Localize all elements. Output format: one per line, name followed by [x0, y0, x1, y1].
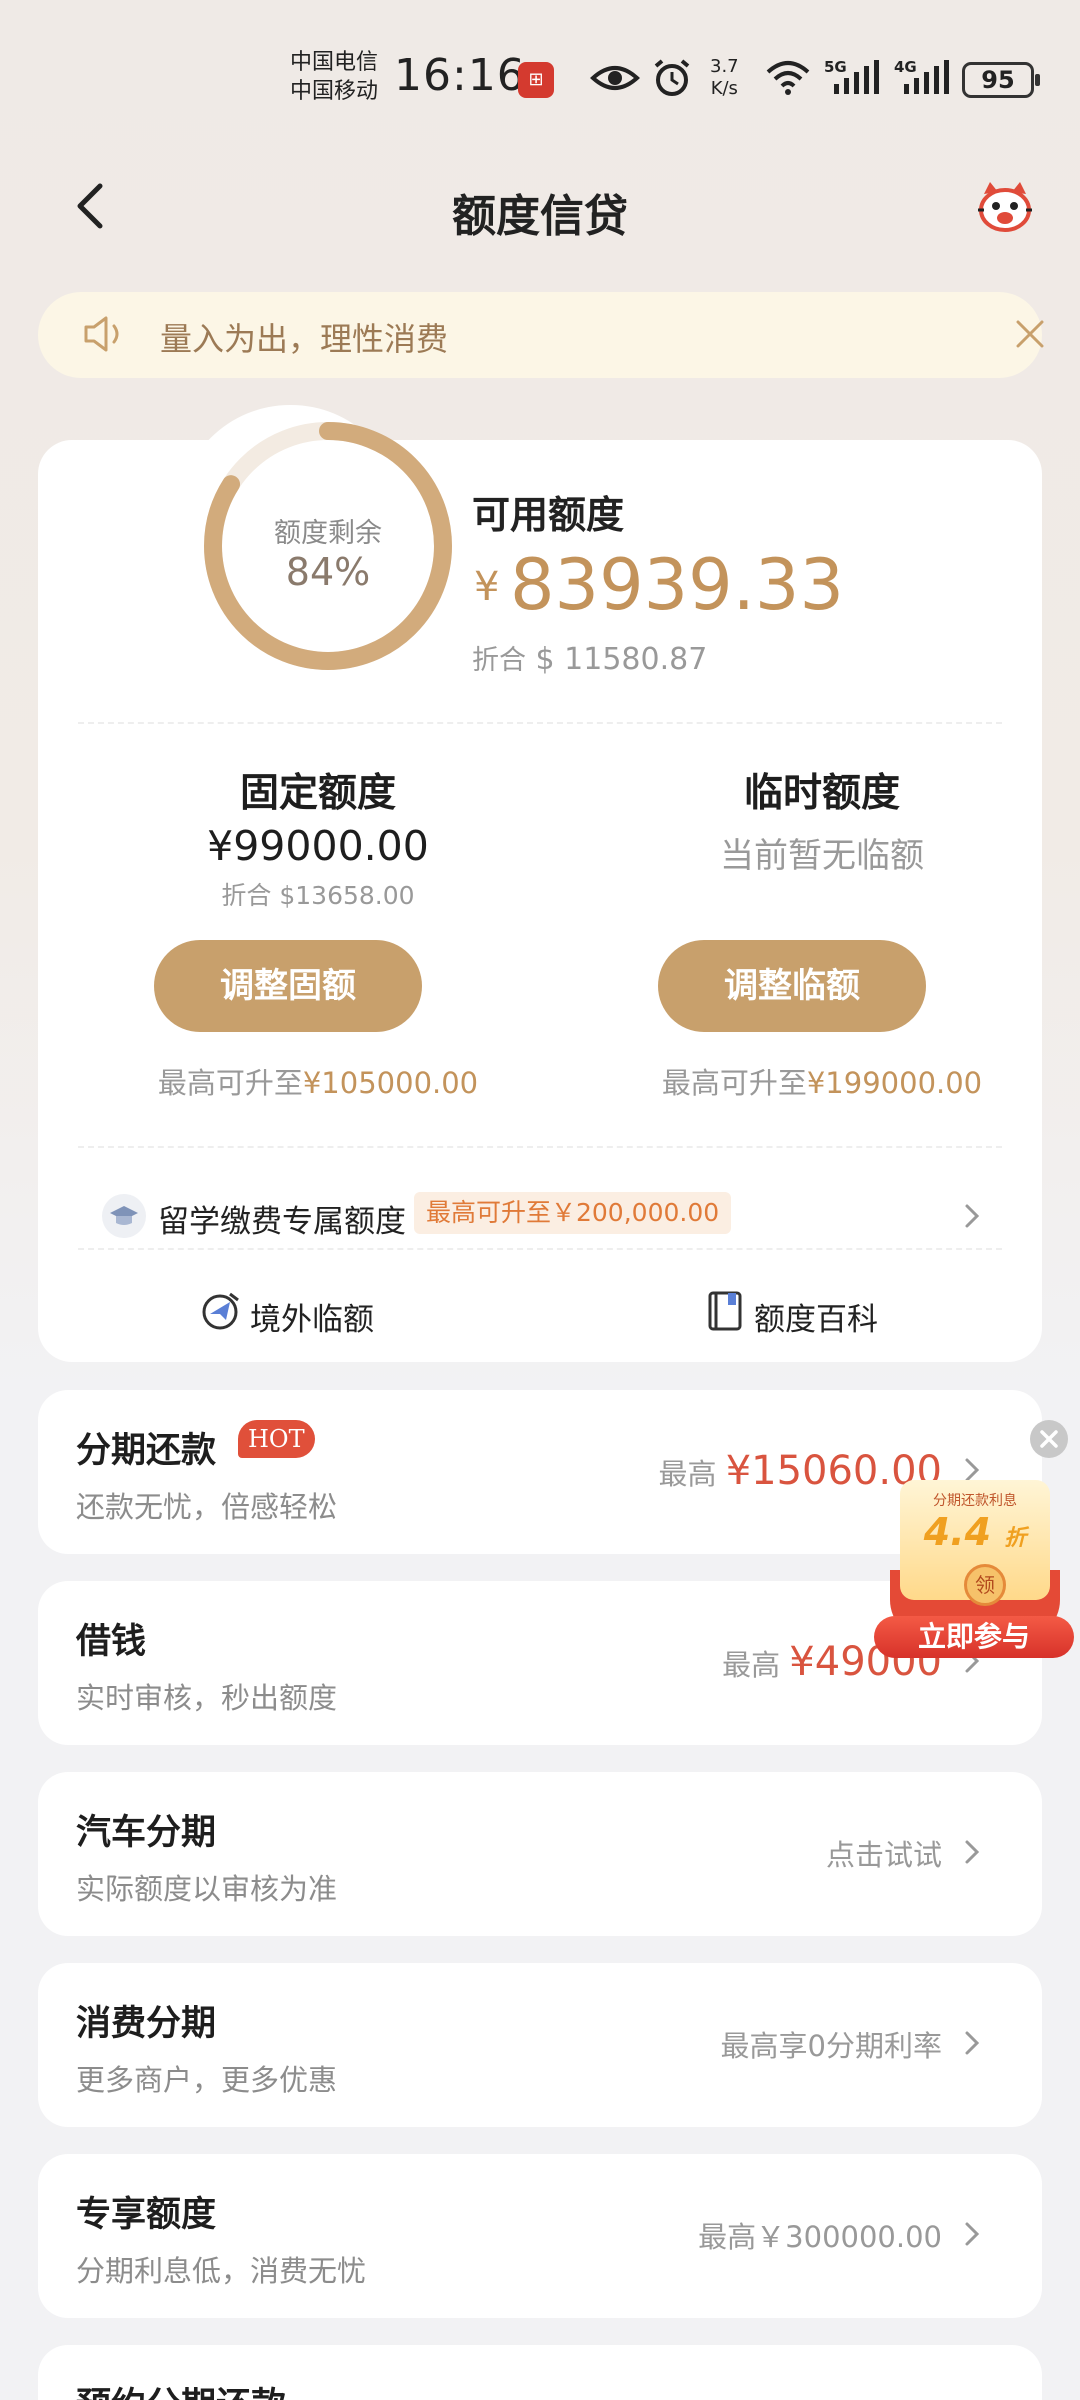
svg-text:5G: 5G [824, 58, 847, 76]
wifi-icon [766, 61, 810, 95]
service-title: 借钱 [76, 1622, 147, 1662]
service-action-text: 最高享0分期利率 [720, 2029, 942, 2063]
page-title: 额度信贷 [452, 191, 628, 242]
service-subtitle: 更多商户，更多优惠 [76, 2063, 338, 2097]
exclusive-credit-card[interactable]: 专享额度 分期利息低，消费无忧 最高￥300000.00 [38, 2154, 1042, 2318]
graduation-cap-icon [102, 1194, 146, 1238]
temp-credit-column: 临时额度 当前暂无临额 [632, 762, 1012, 904]
fixed-max-prefix: 最高可升至 [157, 1066, 303, 1100]
study-abroad-label: 留学缴费专属额度 [158, 1204, 406, 1240]
overseas-temp-credit-label: 境外临额 [250, 1302, 374, 1338]
promo-rate-value: 4.4 [923, 1510, 992, 1554]
chevron-right-icon [965, 1204, 980, 1228]
service-title: 汽车分期 [76, 1813, 217, 1853]
notice-text: 量入为出，理性消费 [160, 320, 449, 358]
speaker-icon [84, 316, 119, 352]
conversion-prefix: 折合 [472, 645, 526, 676]
temp-credit-title: 临时额度 [743, 771, 900, 816]
eye-icon [590, 66, 640, 90]
consumer-installment-card[interactable]: 消费分期 更多商户，更多优惠 最高享0分期利率 [38, 1963, 1042, 2127]
service-title: 分期还款 [76, 1431, 217, 1471]
temp-max-prefix: 最高可升至 [661, 1066, 807, 1100]
ring-label: 额度剩余 [274, 518, 382, 549]
carrier-2: 中国移动 [290, 79, 379, 104]
battery-indicator: 95 [962, 62, 1040, 98]
car-installment-card[interactable]: 汽车分期 实际额度以审核为准 点击试试 [38, 1772, 1042, 1936]
service-subtitle: 还款无忧，倍感轻松 [76, 1490, 338, 1524]
conversion-value: $ 11580.87 [535, 642, 708, 677]
service-subtitle: 实时审核，秒出额度 [76, 1681, 338, 1715]
status-bar: 中国电信 中国移动 16:16 ⊞ 3.7 K/s 5G 4G 95 [0, 40, 1080, 120]
promo-close-icon[interactable] [1030, 1420, 1068, 1458]
max-prefix: 最高 [722, 1648, 781, 1682]
scheduled-installment-card[interactable]: 预约分期还款 [38, 2345, 1042, 2400]
promo-rate-unit: 折 [1004, 1526, 1027, 1551]
available-credit-value: 83939.33 [510, 544, 845, 626]
divider [78, 1248, 1002, 1250]
status-time: 16:16 [394, 50, 526, 101]
available-credit-conversion: 折合 $ 11580.87 [472, 638, 707, 677]
alarm-icon [654, 59, 690, 96]
fixed-credit-column: 固定额度 ¥99000.00 折合 $13658.00 [128, 762, 508, 912]
bank-app-icon: ⊞ [518, 62, 554, 98]
available-credit-label: 可用额度 [472, 493, 625, 537]
service-subtitle: 分期利息低，消费无忧 [76, 2254, 367, 2288]
network-speed: 3.7 K/s [710, 56, 739, 100]
promo-float[interactable]: 分期还款利息 4.4 折 领 立即参与 [870, 1420, 1080, 1660]
signal-4g-icon: 4G [894, 58, 949, 94]
ring-percent: 84% [285, 550, 371, 594]
top-app-bar: 额度信贷 [0, 160, 1080, 250]
max-prefix: 最高 [658, 1457, 717, 1491]
chevron-right-icon [965, 2031, 980, 2055]
temp-max-value: ¥199000.00 [806, 1066, 983, 1100]
svg-text:4G: 4G [894, 58, 917, 76]
divider [78, 1146, 1002, 1148]
carrier-1: 中国电信 [290, 50, 379, 75]
speed-unit: K/s [710, 78, 738, 99]
fixed-credit-conversion: 折合 $13658.00 [221, 881, 415, 910]
mascot-service-icon[interactable] [976, 180, 1034, 234]
promo-top-text: 分期还款利息 [933, 1493, 1017, 1509]
divider [78, 722, 1002, 724]
adjust-temp-credit-button[interactable]: 调整临额 [658, 940, 926, 1032]
temp-credit-empty: 当前暂无临额 [720, 836, 924, 876]
service-action-text: 最高￥300000.00 [698, 2220, 942, 2254]
signal-5g-icon: 5G [824, 58, 879, 94]
service-title: 专享额度 [76, 2195, 217, 2235]
service-action-text: 点击试试 [825, 1838, 942, 1872]
fixed-max-note: 最高可升至¥105000.00 [128, 1060, 508, 1102]
book-icon [708, 1291, 742, 1331]
close-icon[interactable] [1012, 316, 1048, 352]
fixed-max-value: ¥105000.00 [302, 1066, 479, 1100]
credit-wiki-label: 额度百科 [754, 1302, 878, 1338]
fixed-credit-value: ¥99000.00 [207, 822, 429, 870]
fixed-credit-title: 固定额度 [239, 771, 396, 816]
promo-coin: 领 [964, 1564, 1006, 1606]
adjust-fixed-credit-button[interactable]: 调整固额 [154, 940, 422, 1032]
notice-bar: 量入为出，理性消费 [38, 292, 1044, 378]
speed-value: 3.7 [710, 56, 739, 77]
promo-rate: 4.4 折 [900, 1510, 1050, 1554]
study-abroad-tag: 最高可升至￥200,000.00 [414, 1192, 732, 1234]
promo-join-button[interactable]: 立即参与 [874, 1616, 1074, 1658]
service-subtitle: 实际额度以审核为准 [76, 1872, 338, 1906]
study-abroad-credit-row[interactable]: 留学缴费专属额度 最高可升至￥200,000.00 [38, 1184, 1042, 1248]
service-title: 消费分期 [76, 2004, 217, 2044]
chevron-right-icon [965, 2222, 980, 2246]
plane-globe-icon [202, 1292, 239, 1330]
carrier-info: 中国电信 中国移动 [290, 48, 378, 106]
credit-summary-card: 额度剩余 84% 可用额度 ¥ 83939.33 折合 $ 11580.87 固… [38, 422, 1042, 1362]
hot-badge: HOT [238, 1420, 315, 1458]
chevron-right-icon [965, 1840, 980, 1864]
temp-max-note: 最高可升至¥199000.00 [632, 1060, 1012, 1102]
service-title: 预约分期还款 [76, 2377, 286, 2400]
available-credit-currency: ¥ [474, 564, 500, 610]
